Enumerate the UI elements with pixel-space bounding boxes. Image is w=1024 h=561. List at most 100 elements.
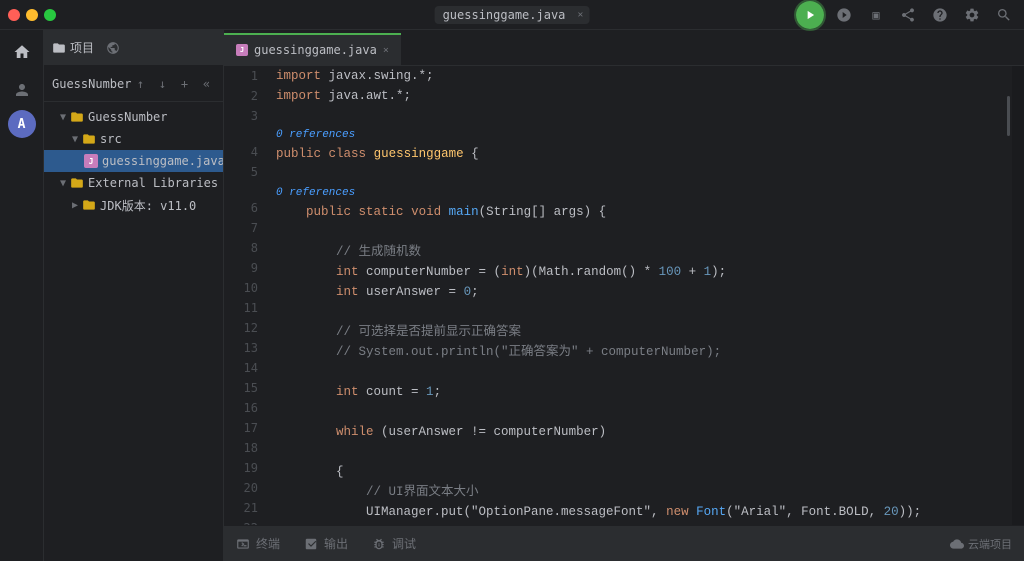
title-bar: guessinggame.java × ▣ xyxy=(0,0,1024,30)
tree-item-guessinggame[interactable]: J guessinggame.java xyxy=(44,150,223,172)
tree-label-guessnumber: GuessNumber xyxy=(88,110,167,124)
code-line-15: int count = 1; xyxy=(276,382,994,402)
code-line-5 xyxy=(276,164,994,184)
debug-icon xyxy=(836,7,852,23)
tab-bar: J guessinggame.java × xyxy=(224,30,1024,66)
code-line-16 xyxy=(276,402,994,422)
file-tree: ▼ GuessNumber ▼ src J guessinggame.java … xyxy=(44,102,223,561)
line-num-18: 18 xyxy=(224,438,268,458)
terminal-label: 终端 xyxy=(256,535,280,552)
tree-item-guessnumber[interactable]: ▼ GuessNumber xyxy=(44,106,223,128)
cloud-label: 云端项目 xyxy=(968,536,1012,552)
cloud-status[interactable]: 云端项目 xyxy=(950,536,1012,552)
code-editor[interactable]: import javax.swing.*; import java.awt.*;… xyxy=(268,66,1002,525)
scrollbar-thumb[interactable] xyxy=(1007,96,1010,136)
panel-header: GuessNumber ↑ ↓ + « xyxy=(44,66,223,102)
line-num-1: 1 xyxy=(224,66,268,86)
chevron-ext-libs: ▼ xyxy=(60,178,66,189)
toolbar-project[interactable]: 项目 xyxy=(52,39,94,56)
close-traffic-light[interactable] xyxy=(8,9,20,21)
code-line-19: { xyxy=(276,462,994,482)
panel-download-icon[interactable]: ↓ xyxy=(153,75,171,93)
minimap xyxy=(1012,66,1024,525)
maximize-traffic-light[interactable] xyxy=(44,9,56,21)
search-button[interactable] xyxy=(992,3,1016,27)
code-line-20: // UI界面文本大小 xyxy=(276,482,994,502)
activity-avatar[interactable]: A xyxy=(8,110,36,138)
close-tab-x[interactable]: × xyxy=(577,9,583,20)
settings-icon xyxy=(964,7,980,23)
folder-icon xyxy=(52,41,66,55)
globe-icon xyxy=(106,41,120,55)
line-num-2: 2 xyxy=(224,86,268,106)
help-button[interactable] xyxy=(928,3,952,27)
filename-text: guessinggame.java xyxy=(443,8,566,22)
line-num-3: 3 xyxy=(224,106,268,126)
code-line-17: while (userAnswer != computerNumber) xyxy=(276,422,994,442)
run-button[interactable] xyxy=(796,1,824,29)
bottom-tab-terminal[interactable]: 终端 xyxy=(224,526,292,561)
line-num-5: 5 xyxy=(224,162,268,182)
java-file-icon: J xyxy=(84,154,98,168)
coverage-button[interactable]: ▣ xyxy=(864,3,888,27)
bottom-tab-output[interactable]: 输出 xyxy=(292,526,360,561)
run-button-ring xyxy=(794,0,826,31)
chevron-guessnumber: ▼ xyxy=(60,112,66,123)
settings-button[interactable] xyxy=(960,3,984,27)
panel-add-icon[interactable]: + xyxy=(175,75,193,93)
code-line-18 xyxy=(276,442,994,462)
editor-area[interactable]: 1 2 3 4 5 6 7 8 9 10 11 12 13 14 15 16 xyxy=(224,66,1024,525)
cloud-icon xyxy=(950,537,964,551)
traffic-lights xyxy=(8,9,56,21)
panel-toolbar: 项目 xyxy=(44,30,223,66)
panel-upload-icon[interactable]: ↑ xyxy=(131,75,149,93)
chevron-jdk: ▶ xyxy=(72,200,78,211)
activity-person[interactable] xyxy=(4,72,40,108)
tree-label-guessinggame: guessinggame.java xyxy=(102,154,223,168)
panel-collapse-icon[interactable]: « xyxy=(197,75,215,93)
bottom-right-status: 云端项目 xyxy=(950,536,1024,552)
folder-ext-icon xyxy=(70,176,84,190)
bottom-tab-debug[interactable]: 调试 xyxy=(360,526,428,561)
title-bar-center: guessinggame.java × xyxy=(435,6,590,24)
activity-home[interactable] xyxy=(4,34,40,70)
tab-guessinggame[interactable]: J guessinggame.java × xyxy=(224,33,401,65)
code-line-4: public class guessinggame { xyxy=(276,144,994,164)
folder-src-icon xyxy=(82,132,96,146)
tab-close-button[interactable]: × xyxy=(383,45,389,56)
tree-item-external-libs[interactable]: ▼ External Libraries xyxy=(44,172,223,194)
line-num-6: 6 xyxy=(224,198,268,218)
toolbar-globe[interactable] xyxy=(106,41,120,55)
tree-item-src[interactable]: ▼ src xyxy=(44,128,223,150)
line-num-8: 8 xyxy=(224,238,268,258)
code-line-11 xyxy=(276,302,994,322)
line-num-4: 4 xyxy=(224,142,268,162)
code-line-3 xyxy=(276,106,994,126)
minimize-traffic-light[interactable] xyxy=(26,9,38,21)
code-line-14 xyxy=(276,362,994,382)
scrollbar-hint xyxy=(1002,66,1012,525)
search-icon xyxy=(996,7,1012,23)
debug-run-button[interactable] xyxy=(832,3,856,27)
active-tab-title[interactable]: guessinggame.java × xyxy=(435,6,590,24)
line-num-14: 14 xyxy=(224,358,268,378)
code-line-1: import javax.swing.*; xyxy=(276,66,994,86)
code-line-21: UIManager.put("OptionPane.messageFont", … xyxy=(276,502,994,522)
tree-label-src: src xyxy=(100,132,122,146)
debug-console-icon xyxy=(372,537,386,551)
share-button[interactable] xyxy=(896,3,920,27)
content-area: J guessinggame.java × 1 2 3 4 5 6 7 8 9 xyxy=(224,30,1024,561)
tree-item-jdk[interactable]: ▶ JDK版本: v11.0 xyxy=(44,194,223,216)
folder-jdk-icon xyxy=(82,198,96,212)
code-line-12: // 可选择是否提前显示正确答案 xyxy=(276,322,994,342)
main-layout: A 项目 GuessNumber ↑ ↓ + « xyxy=(0,30,1024,561)
code-line-2: import java.awt.*; xyxy=(276,86,994,106)
project-panel: 项目 GuessNumber ↑ ↓ + « ▼ GuessNumber xyxy=(44,30,224,561)
chevron-src: ▼ xyxy=(72,134,78,145)
line-numbers: 1 2 3 4 5 6 7 8 9 10 11 12 13 14 15 16 xyxy=(224,66,268,525)
terminal-icon xyxy=(236,537,250,551)
tree-label-jdk: JDK版本: v11.0 xyxy=(100,197,196,214)
folder-open-icon xyxy=(70,110,84,124)
tab-java-icon: J xyxy=(236,44,248,56)
help-icon xyxy=(932,7,948,23)
